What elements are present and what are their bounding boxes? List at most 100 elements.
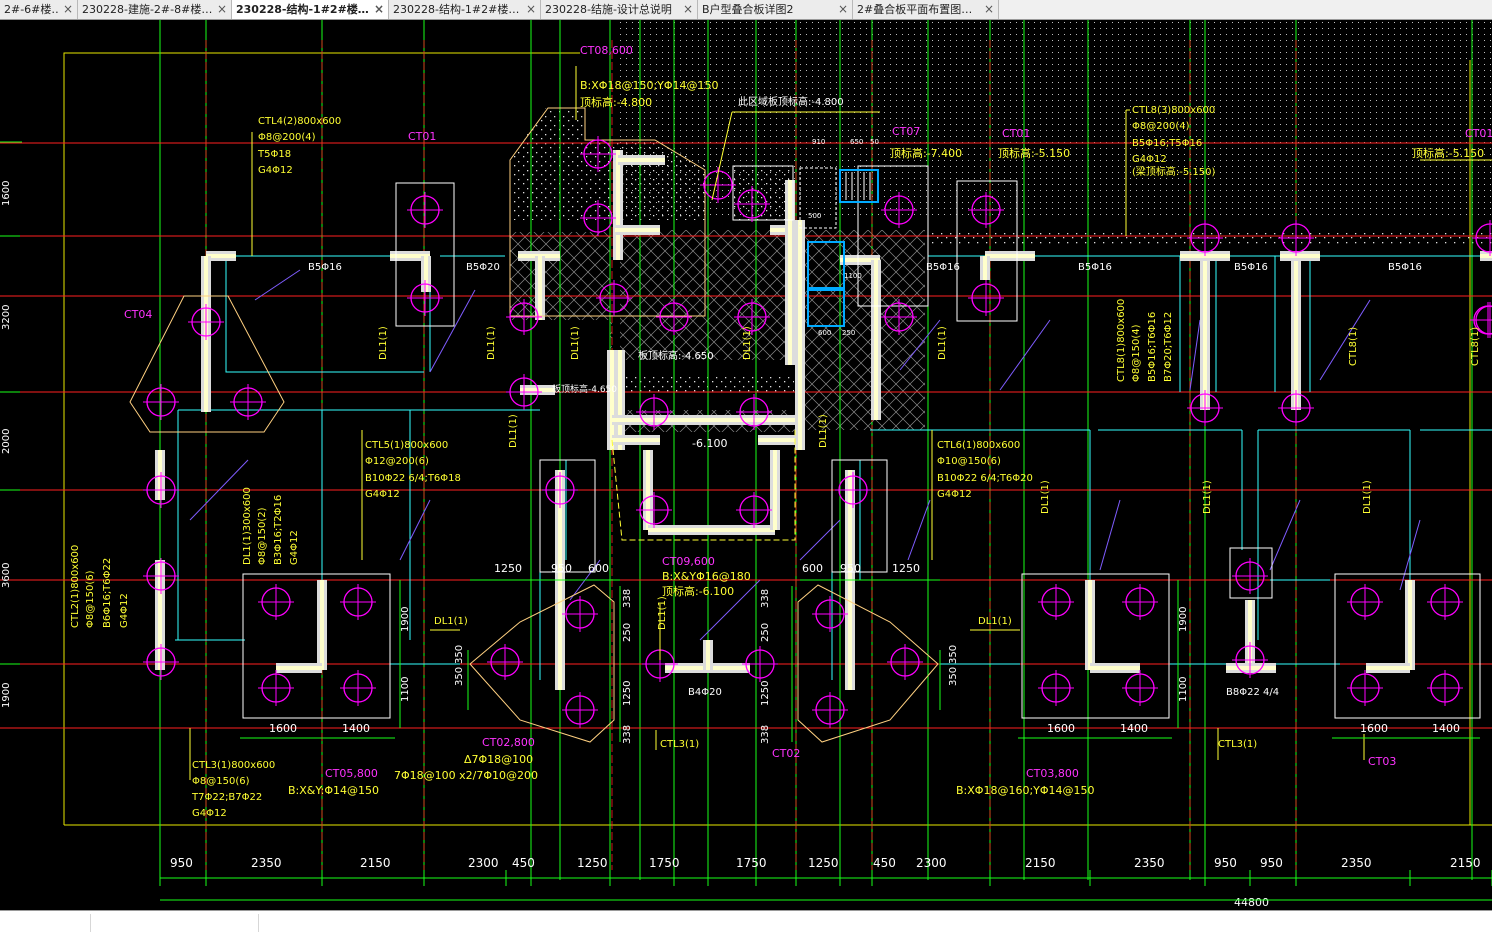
equip-50[interactable]: 50: [870, 138, 879, 146]
ldim-1600a[interactable]: 1600: [269, 722, 297, 735]
ldim-600a[interactable]: 600: [588, 562, 609, 575]
ct02a-rebar1[interactable]: Δ7Φ18@100: [464, 753, 533, 766]
left-dim-1[interactable]: 1600: [1, 181, 12, 206]
ctl6-line4[interactable]: G4Φ12: [937, 489, 972, 500]
ctl6-line3[interactable]: B10Φ22 6/4;T6Φ20: [937, 473, 1033, 484]
ldim-350d[interactable]: 350: [948, 645, 959, 664]
ctl8-1-v2[interactable]: CTL8(1): [1470, 327, 1481, 366]
dl1-v6[interactable]: DL1(1): [508, 414, 519, 448]
bottom-dim-value[interactable]: 2300: [916, 856, 947, 870]
ldim-1900a[interactable]: 1900: [400, 607, 411, 632]
tab-close-icon[interactable]: ×: [683, 0, 693, 19]
cad-drawing-svg[interactable]: CT08,600 B:XΦ18@150;YΦ14@150 顶标高:-4.800 …: [0, 20, 1492, 910]
dl1-v9[interactable]: DL1(1): [1202, 480, 1213, 514]
ctl2-line4[interactable]: G4Φ12: [119, 593, 130, 628]
ctl3-line4[interactable]: G4Φ12: [192, 808, 227, 819]
ctl5-line1[interactable]: CTL5(1)800x600: [365, 440, 448, 451]
ctl2-line2[interactable]: Φ8@150(6): [85, 570, 96, 628]
ldim-350c[interactable]: 350: [948, 667, 959, 686]
tab-close-icon[interactable]: ×: [217, 0, 227, 19]
ctl3-label-a[interactable]: CTL3(1): [660, 739, 699, 750]
ct02a-rebar2[interactable]: 7Φ18@100 x2/7Φ10@200: [394, 769, 538, 782]
ldim-1250d[interactable]: 1250: [760, 681, 771, 706]
ctl2-line3[interactable]: B6Φ16;T6Φ22: [102, 558, 113, 628]
ldim-1400b[interactable]: 1400: [1120, 722, 1148, 735]
bottom-dim-value[interactable]: 950: [170, 856, 193, 870]
ldim-950b[interactable]: 950: [840, 562, 861, 575]
dl1-v1[interactable]: DL1(1): [378, 326, 389, 360]
ctl4-line3[interactable]: T5Φ18: [257, 149, 291, 160]
ct07-elev[interactable]: 顶标高:-7.400: [890, 146, 962, 160]
ctl2-line1[interactable]: CTL2(1)800x600: [70, 545, 81, 628]
bottom-dim-value[interactable]: 2150: [1450, 856, 1481, 870]
b5-20-label[interactable]: B5Φ20: [466, 262, 500, 273]
ct01b-name[interactable]: CT01: [1465, 127, 1492, 140]
ldim-600b[interactable]: 600: [802, 562, 823, 575]
bottom-dim-value[interactable]: 2300: [468, 856, 499, 870]
pit-elev[interactable]: -6.100: [692, 437, 727, 450]
ct08-rebar[interactable]: B:XΦ18@150;YΦ14@150: [580, 79, 719, 92]
ldim-1600c[interactable]: 1600: [1360, 722, 1388, 735]
ldim-338a[interactable]: 338: [622, 589, 633, 608]
ctl4-line2[interactable]: Φ8@200(4): [258, 132, 316, 143]
dl1-v11[interactable]: DL1(1): [657, 596, 668, 630]
ctl8-line4[interactable]: G4Φ12: [1132, 154, 1167, 165]
ct03a-name[interactable]: CT03,800: [1026, 767, 1079, 780]
dl1-v8[interactable]: DL1(1): [1040, 480, 1051, 514]
ldim-250a[interactable]: 250: [622, 623, 633, 642]
ct05-rebar[interactable]: B:X&Y:Φ14@150: [288, 784, 379, 797]
dl1-v3[interactable]: DL1(1): [570, 326, 581, 360]
ctl8-line2[interactable]: Φ8@200(4): [1132, 121, 1190, 132]
tab-close-icon[interactable]: ×: [63, 0, 73, 19]
document-tab-7[interactable]: 2#叠合板平面布置图… ×: [853, 0, 999, 19]
ct03b-name[interactable]: CT03: [1368, 755, 1396, 768]
bottom-dim-value[interactable]: 2150: [1025, 856, 1056, 870]
b5-16-label-c[interactable]: B5Φ16: [1078, 262, 1112, 273]
dl1v-line2[interactable]: Φ8@150(2): [257, 507, 268, 565]
ctl6-line2[interactable]: Φ10@150(6): [937, 456, 1001, 467]
ct07-name[interactable]: CT07: [892, 125, 920, 138]
ctl5-line3[interactable]: B10Φ22 6/4;T6Φ18: [365, 473, 461, 484]
b5-16-label-d[interactable]: B5Φ16: [1234, 262, 1268, 273]
ldim-1400c[interactable]: 1400: [1432, 722, 1460, 735]
dl1-v4[interactable]: DL1(1): [742, 326, 753, 360]
bottom-dim-value[interactable]: 950: [1214, 856, 1237, 870]
dl1v-line3[interactable]: B3Φ16;T2Φ16: [273, 495, 284, 565]
ctl4-line1[interactable]: CTL4(2)800x600: [258, 116, 341, 127]
ct02a-name[interactable]: CT02,800: [482, 736, 535, 749]
bottom-dim-value[interactable]: 450: [873, 856, 896, 870]
tab-close-icon[interactable]: ×: [374, 0, 384, 19]
ct01c-name[interactable]: CT01: [408, 130, 436, 143]
equip-250[interactable]: 250: [842, 329, 855, 337]
ldim-950a[interactable]: 950: [551, 562, 572, 575]
document-tab-6[interactable]: B户型叠合板详图2 ×: [698, 0, 853, 19]
dl1-v10[interactable]: DL1(1): [1362, 480, 1373, 514]
document-tab-5[interactable]: 230228-结施-设计总说明 ×: [541, 0, 698, 19]
tab-close-icon[interactable]: ×: [984, 0, 994, 19]
b8-22-label[interactable]: B8Φ22 4/4: [1226, 687, 1279, 698]
dl1v-line4[interactable]: G4Φ12: [289, 530, 300, 565]
b4-20-label[interactable]: B4Φ20: [688, 687, 722, 698]
ctl8v-line4[interactable]: B7Φ20;T6Φ12: [1163, 312, 1174, 382]
left-dim-2[interactable]: 3200: [1, 305, 12, 330]
bottom-dim-value[interactable]: 2350: [251, 856, 282, 870]
document-tab-4[interactable]: 230228-结构-1#2#楼… ×: [389, 0, 541, 19]
ldim-1250a[interactable]: 1250: [494, 562, 522, 575]
ctl4-line4[interactable]: G4Φ12: [258, 165, 293, 176]
bottom-dim-value[interactable]: 2350: [1341, 856, 1372, 870]
ctl8v-line2[interactable]: Φ8@150(4): [1131, 324, 1142, 382]
ldim-338b[interactable]: 338: [622, 725, 633, 744]
equip-910[interactable]: 910: [812, 138, 825, 146]
b5-16-label-e[interactable]: B5Φ16: [1388, 262, 1422, 273]
ldim-1100a[interactable]: 1100: [400, 677, 411, 702]
equip-1100[interactable]: 1100: [844, 272, 862, 280]
ldim-1250b[interactable]: 1250: [892, 562, 920, 575]
dl1-label-h2[interactable]: DL1(1): [978, 616, 1012, 627]
dl1-label-h1[interactable]: DL1(1): [434, 616, 468, 627]
ct04-name[interactable]: CT04: [124, 308, 152, 321]
ctl3-line1[interactable]: CTL3(1)800x600: [192, 760, 275, 771]
ct09-name[interactable]: CT09,600: [662, 555, 715, 568]
total-dim[interactable]: 44800: [1234, 896, 1269, 909]
ct05-name[interactable]: CT05,800: [325, 767, 378, 780]
ct01a-name[interactable]: CT01: [1002, 127, 1030, 140]
